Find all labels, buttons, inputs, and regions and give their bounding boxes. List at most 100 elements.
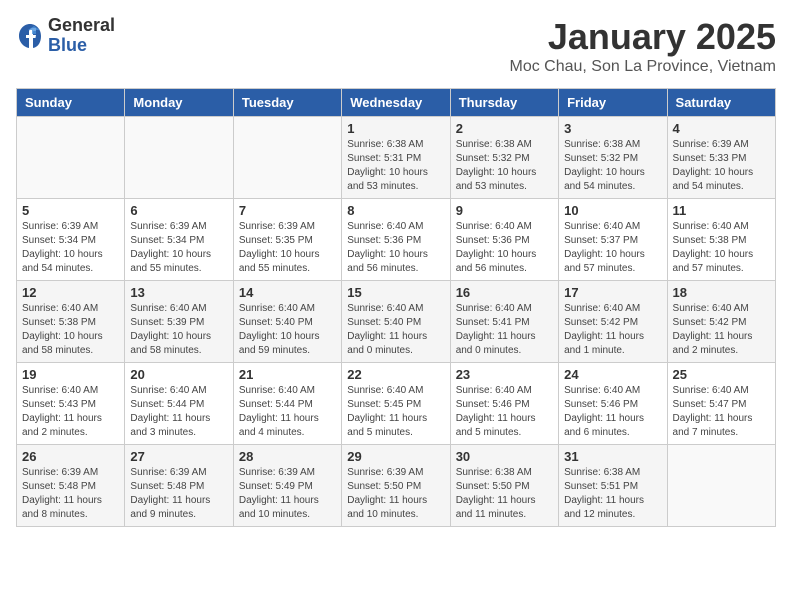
day-info: Sunrise: 6:38 AM Sunset: 5:50 PM Dayligh… xyxy=(456,466,553,522)
day-info: Sunrise: 6:39 AM Sunset: 5:33 PM Dayligh… xyxy=(673,138,770,194)
calendar-cell: 15 Sunrise: 6:40 AM Sunset: 5:40 PM Dayli… xyxy=(342,281,450,363)
calendar-cell: 25 Sunrise: 6:40 AM Sunset: 5:47 PM Dayli… xyxy=(667,363,775,445)
logo-general-text: General xyxy=(48,16,115,36)
calendar-cell: 5Sunrise: 6:39 AM Sunset: 5:34 PM Daylig… xyxy=(17,199,125,281)
calendar-cell: 11 Sunrise: 6:40 AM Sunset: 5:38 PM Dayli… xyxy=(667,199,775,281)
day-number: 21 xyxy=(239,367,336,382)
day-info: Sunrise: 6:40 AM Sunset: 5:44 PM Dayligh… xyxy=(239,384,336,440)
day-number: 8 xyxy=(347,203,444,218)
calendar-cell xyxy=(233,117,341,199)
calendar-cell: 24 Sunrise: 6:40 AM Sunset: 5:46 PM Dayli… xyxy=(559,363,667,445)
day-info: Sunrise: 6:40 AM Sunset: 5:42 PM Dayligh… xyxy=(564,302,661,358)
location-subtitle: Moc Chau, Son La Province, Vietnam xyxy=(509,58,776,76)
day-info: Sunrise: 6:38 AM Sunset: 5:51 PM Dayligh… xyxy=(564,466,661,522)
day-info: Sunrise: 6:40 AM Sunset: 5:46 PM Dayligh… xyxy=(564,384,661,440)
day-info: Sunrise: 6:38 AM Sunset: 5:32 PM Dayligh… xyxy=(564,138,661,194)
day-number: 18 xyxy=(673,285,770,300)
day-number: 31 xyxy=(564,449,661,464)
week-row-1: 1Sunrise: 6:38 AM Sunset: 5:31 PM Daylig… xyxy=(17,117,776,199)
calendar-cell: 14 Sunrise: 6:40 AM Sunset: 5:40 PM Dayli… xyxy=(233,281,341,363)
day-number: 28 xyxy=(239,449,336,464)
weekday-header-thursday: Thursday xyxy=(450,89,558,117)
title-area: January 2025 Moc Chau, Son La Province, … xyxy=(509,16,776,76)
day-info: Sunrise: 6:40 AM Sunset: 5:36 PM Dayligh… xyxy=(347,220,444,276)
day-number: 12 xyxy=(22,285,119,300)
day-number: 14 xyxy=(239,285,336,300)
day-number: 10 xyxy=(564,203,661,218)
day-info: Sunrise: 6:40 AM Sunset: 5:47 PM Dayligh… xyxy=(673,384,770,440)
day-number: 15 xyxy=(347,285,444,300)
calendar-cell: 28 Sunrise: 6:39 AM Sunset: 5:49 PM Dayli… xyxy=(233,445,341,527)
day-number: 6 xyxy=(130,203,227,218)
calendar-cell: 10 Sunrise: 6:40 AM Sunset: 5:37 PM Dayli… xyxy=(559,199,667,281)
day-info: Sunrise: 6:40 AM Sunset: 5:38 PM Dayligh… xyxy=(673,220,770,276)
calendar-cell: 8 Sunrise: 6:40 AM Sunset: 5:36 PM Daylig… xyxy=(342,199,450,281)
weekday-header-sunday: Sunday xyxy=(17,89,125,117)
calendar-cell: 13 Sunrise: 6:40 AM Sunset: 5:39 PM Dayli… xyxy=(125,281,233,363)
day-number: 5 xyxy=(22,203,119,218)
day-number: 7 xyxy=(239,203,336,218)
calendar-cell: 23Sunrise: 6:40 AM Sunset: 5:46 PM Dayli… xyxy=(450,363,558,445)
calendar-cell: 2Sunrise: 6:38 AM Sunset: 5:32 PM Daylig… xyxy=(450,117,558,199)
calendar-cell: 19 Sunrise: 6:40 AM Sunset: 5:43 PM Dayli… xyxy=(17,363,125,445)
calendar-cell: 27Sunrise: 6:39 AM Sunset: 5:48 PM Dayli… xyxy=(125,445,233,527)
day-info: Sunrise: 6:40 AM Sunset: 5:39 PM Dayligh… xyxy=(130,302,227,358)
day-number: 1 xyxy=(347,121,444,136)
weekday-header-wednesday: Wednesday xyxy=(342,89,450,117)
day-number: 13 xyxy=(130,285,227,300)
day-info: Sunrise: 6:39 AM Sunset: 5:35 PM Dayligh… xyxy=(239,220,336,276)
day-info: Sunrise: 6:39 AM Sunset: 5:34 PM Dayligh… xyxy=(130,220,227,276)
logo-blue-text: Blue xyxy=(48,36,115,56)
logo-text: General Blue xyxy=(48,16,115,56)
day-number: 22 xyxy=(347,367,444,382)
week-row-2: 5 Sunrise: 6:39 AM Sunset: 5:34 PM Daylig… xyxy=(17,199,776,281)
day-info: Sunrise: 6:40 AM Sunset: 5:40 PM Dayligh… xyxy=(347,302,444,358)
calendar-cell: 29Sunrise: 6:39 AM Sunset: 5:50 PM Dayli… xyxy=(342,445,450,527)
day-number: 30 xyxy=(456,449,553,464)
calendar-cell: 26 Sunrise: 6:39 AM Sunset: 5:48 PM Dayli… xyxy=(17,445,125,527)
calendar-cell xyxy=(667,445,775,527)
day-info: Sunrise: 6:39 AM Sunset: 5:48 PM Dayligh… xyxy=(22,466,119,522)
day-info: Sunrise: 6:40 AM Sunset: 5:43 PM Dayligh… xyxy=(22,384,119,440)
calendar-cell: 7 Sunrise: 6:39 AM Sunset: 5:35 PM Daylig… xyxy=(233,199,341,281)
weekday-header-friday: Friday xyxy=(559,89,667,117)
day-info: Sunrise: 6:38 AM Sunset: 5:32 PM Dayligh… xyxy=(456,138,553,194)
calendar-cell: 3 Sunrise: 6:38 AM Sunset: 5:32 PM Daylig… xyxy=(559,117,667,199)
day-info: Sunrise: 6:40 AM Sunset: 5:42 PM Dayligh… xyxy=(673,302,770,358)
calendar-cell: 6 Sunrise: 6:39 AM Sunset: 5:34 PM Daylig… xyxy=(125,199,233,281)
day-info: Sunrise: 6:40 AM Sunset: 5:40 PM Dayligh… xyxy=(239,302,336,358)
weekday-header-tuesday: Tuesday xyxy=(233,89,341,117)
calendar-cell: 16Sunrise: 6:40 AM Sunset: 5:41 PM Dayli… xyxy=(450,281,558,363)
weekday-header-saturday: Saturday xyxy=(667,89,775,117)
day-info: Sunrise: 6:39 AM Sunset: 5:49 PM Dayligh… xyxy=(239,466,336,522)
weekday-header-row: SundayMondayTuesdayWednesdayThursdayFrid… xyxy=(17,89,776,117)
day-info: Sunrise: 6:40 AM Sunset: 5:37 PM Dayligh… xyxy=(564,220,661,276)
calendar-cell: 12 Sunrise: 6:40 AM Sunset: 5:38 PM Dayli… xyxy=(17,281,125,363)
day-info: Sunrise: 6:40 AM Sunset: 5:46 PM Dayligh… xyxy=(456,384,553,440)
month-year-title: January 2025 xyxy=(509,16,776,58)
weekday-header-monday: Monday xyxy=(125,89,233,117)
day-number: 27 xyxy=(130,449,227,464)
week-row-4: 19 Sunrise: 6:40 AM Sunset: 5:43 PM Dayli… xyxy=(17,363,776,445)
day-number: 26 xyxy=(22,449,119,464)
calendar-cell: 21 Sunrise: 6:40 AM Sunset: 5:44 PM Dayli… xyxy=(233,363,341,445)
page-header: General Blue January 2025 Moc Chau, Son … xyxy=(16,16,776,76)
day-number: 17 xyxy=(564,285,661,300)
day-info: Sunrise: 6:40 AM Sunset: 5:38 PM Dayligh… xyxy=(22,302,119,358)
day-number: 19 xyxy=(22,367,119,382)
day-number: 25 xyxy=(673,367,770,382)
calendar-cell: 4Sunrise: 6:39 AM Sunset: 5:33 PM Daylig… xyxy=(667,117,775,199)
day-number: 3 xyxy=(564,121,661,136)
calendar-cell xyxy=(17,117,125,199)
calendar-table: SundayMondayTuesdayWednesdayThursdayFrid… xyxy=(16,88,776,527)
day-number: 20 xyxy=(130,367,227,382)
week-row-5: 26 Sunrise: 6:39 AM Sunset: 5:48 PM Dayli… xyxy=(17,445,776,527)
calendar-cell: 22 Sunrise: 6:40 AM Sunset: 5:45 PM Dayli… xyxy=(342,363,450,445)
day-info: Sunrise: 6:40 AM Sunset: 5:44 PM Dayligh… xyxy=(130,384,227,440)
day-number: 9 xyxy=(456,203,553,218)
day-number: 24 xyxy=(564,367,661,382)
calendar-cell: 31 Sunrise: 6:38 AM Sunset: 5:51 PM Dayli… xyxy=(559,445,667,527)
day-number: 11 xyxy=(673,203,770,218)
day-info: Sunrise: 6:40 AM Sunset: 5:45 PM Dayligh… xyxy=(347,384,444,440)
day-info: Sunrise: 6:40 AM Sunset: 5:41 PM Dayligh… xyxy=(456,302,553,358)
